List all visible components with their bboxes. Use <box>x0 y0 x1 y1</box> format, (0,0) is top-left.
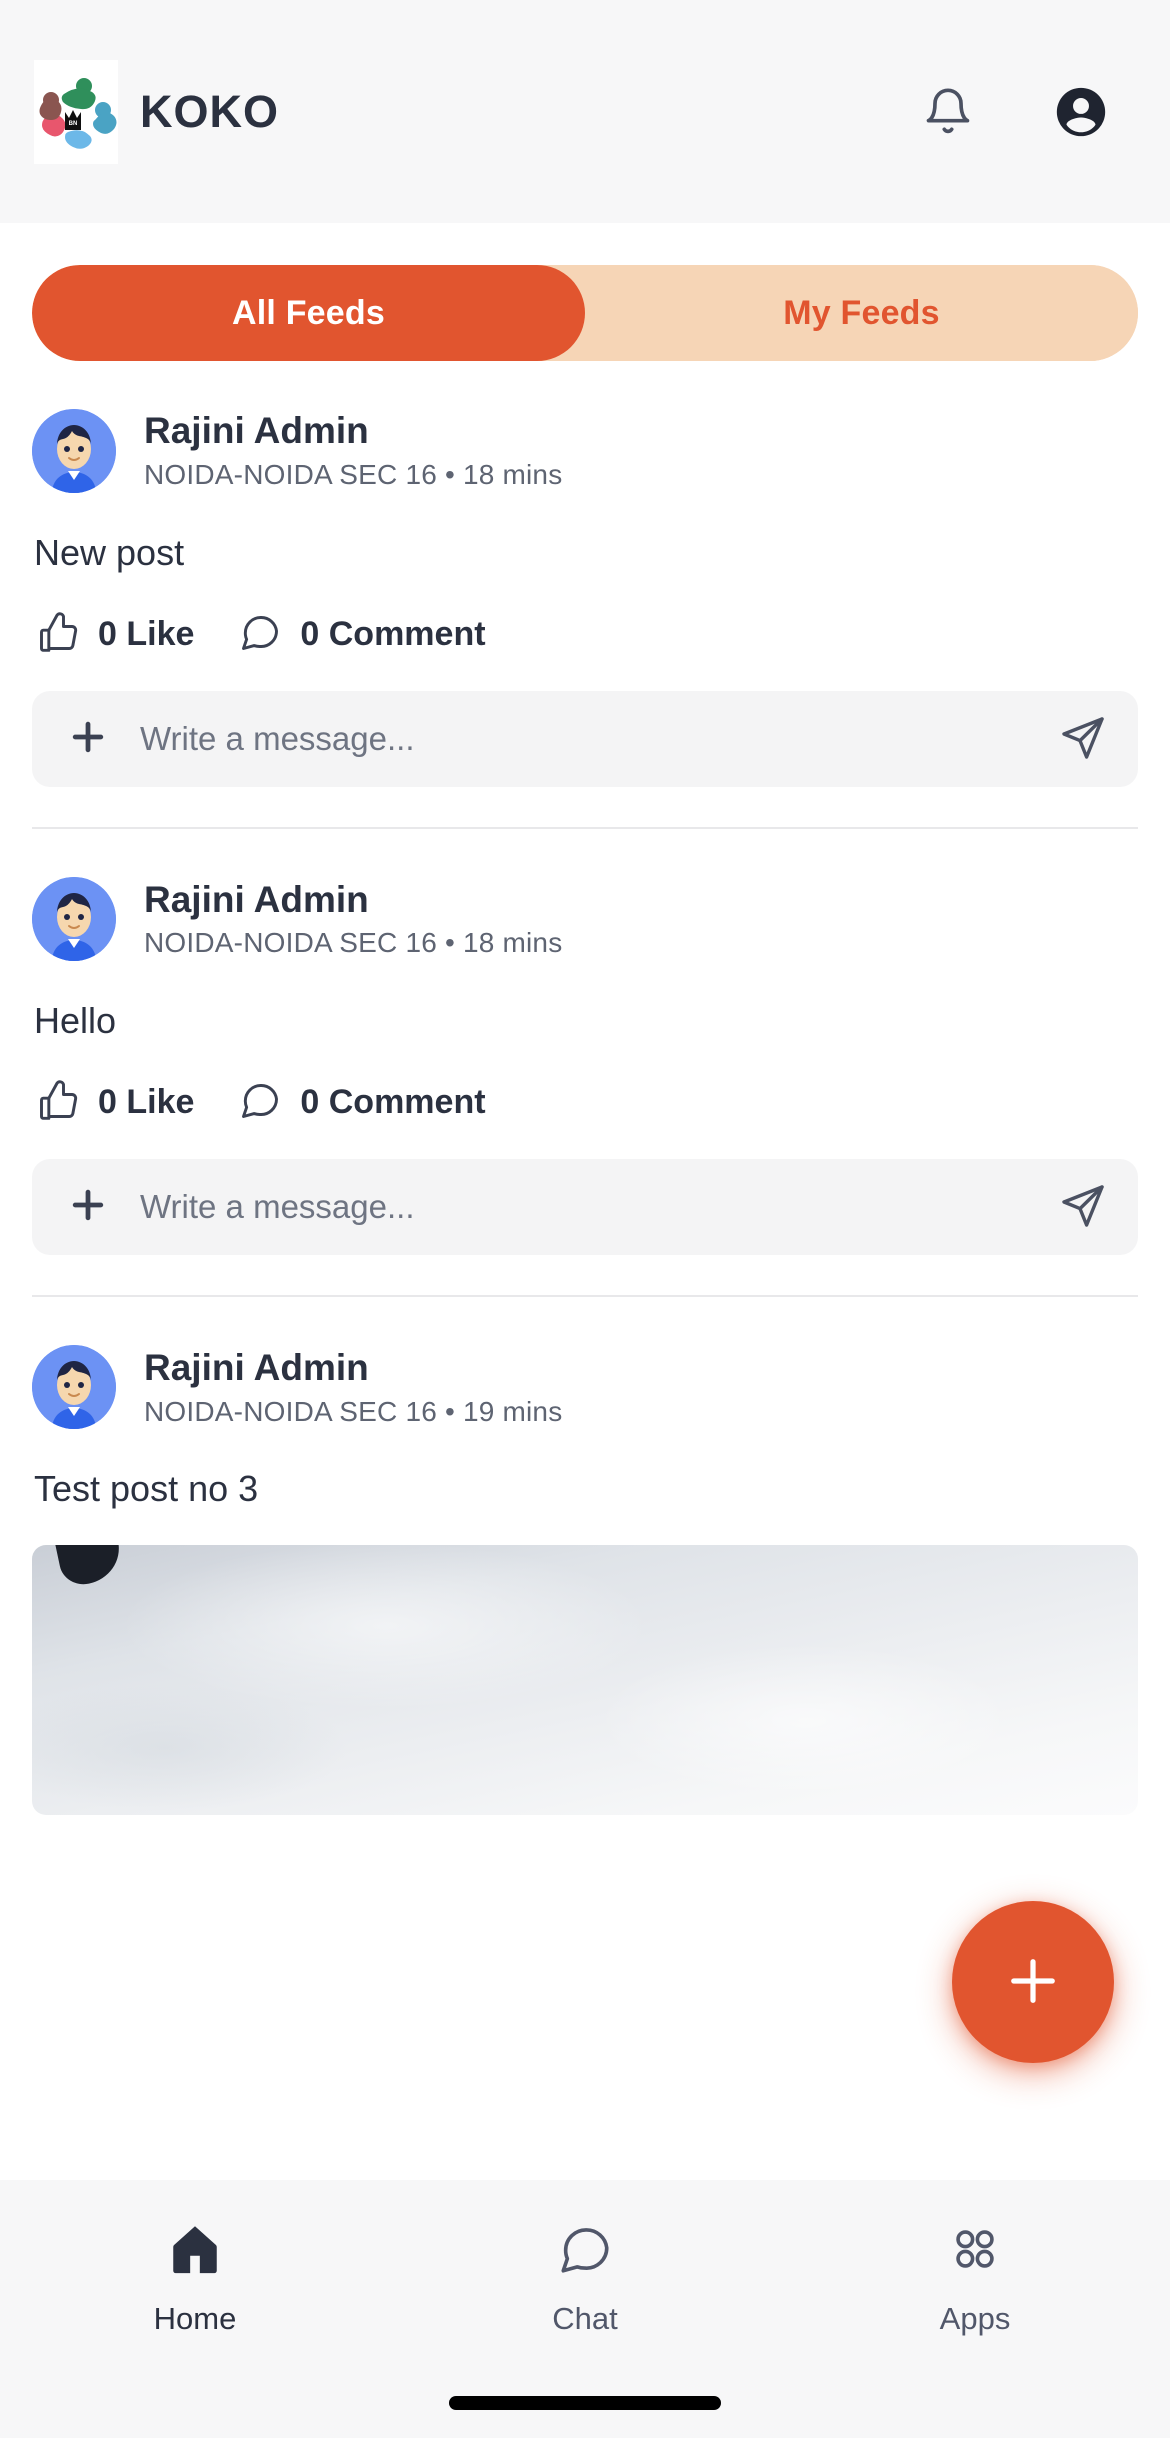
post-location-time: NOIDA-NOIDA SEC 16 • 18 mins <box>144 927 563 959</box>
post-text: Hello <box>34 1000 117 1042</box>
feed-tabs-container: All Feeds My Feeds <box>0 223 1170 361</box>
post-header: Rajini Admin NOIDA-NOIDA SEC 16 • 18 min… <box>32 409 1138 493</box>
app-header: BN KOKO <box>0 0 1170 223</box>
post-actions: 0 Like 0 Comment <box>32 574 1138 659</box>
home-indicator <box>449 2396 721 2410</box>
comment-count-label: 0 Comment <box>300 1083 486 1122</box>
send-icon[interactable] <box>1060 713 1108 766</box>
post-author: Rajini Admin <box>144 878 369 920</box>
post-text: New post <box>34 532 185 573</box>
chat-bubble-icon <box>556 2220 614 2283</box>
bell-icon[interactable] <box>922 83 974 141</box>
thumbs-up-icon <box>36 610 80 659</box>
like-button[interactable]: 0 Like <box>36 1078 194 1127</box>
post-header: Rajini Admin NOIDA-NOIDA SEC 16 • 19 min… <box>32 1345 1138 1430</box>
nav-item-home-label: Home <box>153 2301 237 2336</box>
message-input[interactable] <box>140 720 1030 759</box>
home-icon <box>166 2220 224 2283</box>
post-text: Test post no 3 <box>34 1468 259 1510</box>
post-location-time: NOIDA-NOIDA SEC 16 • 18 mins <box>144 459 563 491</box>
chat-bubble-icon <box>238 1078 282 1127</box>
like-count-label: 0 Like <box>98 615 195 654</box>
feed-post: Rajini Admin NOIDA-NOIDA SEC 16 • 18 min… <box>0 361 1170 788</box>
nav-item-apps[interactable]: Apps <box>780 2220 1170 2337</box>
feed-post: Rajini Admin NOIDA-NOIDA SEC 16 • 19 min… <box>0 1297 1170 1815</box>
nav-item-chat[interactable]: Chat <box>390 2220 780 2337</box>
feed-tabs: All Feeds My Feeds <box>32 265 1138 361</box>
post-meta: Rajini Admin NOIDA-NOIDA SEC 16 • 18 min… <box>144 878 563 959</box>
plus-icon[interactable] <box>66 715 110 764</box>
send-icon[interactable] <box>1060 1181 1108 1234</box>
comment-count-label: 0 Comment <box>300 615 486 654</box>
svg-text:BN: BN <box>69 121 78 127</box>
post-author: Rajini Admin <box>144 410 369 452</box>
tab-my-feeds-label: My Feeds <box>783 293 940 332</box>
account-circle-icon[interactable] <box>1052 83 1110 141</box>
like-button[interactable]: 0 Like <box>36 610 194 659</box>
plus-icon[interactable] <box>66 1183 110 1232</box>
nav-item-apps-label: Apps <box>939 2301 1011 2336</box>
post-actions: 0 Like 0 Comment <box>32 1042 1138 1127</box>
koko-circle-of-people-logo-icon: BN <box>34 59 118 164</box>
tab-my-feeds[interactable]: My Feeds <box>585 265 1138 361</box>
nav-item-chat-label: Chat <box>552 2301 618 2336</box>
create-post-fab[interactable] <box>952 1901 1114 2063</box>
comment-button[interactable]: 0 Comment <box>238 610 486 659</box>
post-location-time: NOIDA-NOIDA SEC 16 • 19 mins <box>144 1395 563 1427</box>
feed-post: Rajini Admin NOIDA-NOIDA SEC 16 • 18 min… <box>0 829 1170 1256</box>
apps-grid-icon <box>946 2220 1004 2283</box>
thumbs-up-icon <box>36 1078 80 1127</box>
plus-icon <box>1000 1948 1066 2017</box>
brand: BN KOKO <box>34 59 279 164</box>
chat-bubble-icon <box>238 610 282 659</box>
post-meta: Rajini Admin NOIDA-NOIDA SEC 16 • 19 min… <box>144 1346 563 1427</box>
nav-item-home[interactable]: Home <box>0 2220 390 2337</box>
post-header: Rajini Admin NOIDA-NOIDA SEC 16 • 18 min… <box>32 877 1138 962</box>
comment-composer[interactable] <box>32 691 1138 788</box>
post-image[interactable] <box>32 1544 1138 1815</box>
bottom-navigation: Home Chat Apps <box>0 2180 1170 2438</box>
avatar[interactable] <box>32 409 116 493</box>
avatar[interactable] <box>32 1345 116 1430</box>
message-input[interactable] <box>140 1188 1030 1227</box>
header-actions <box>922 83 1132 141</box>
comment-button[interactable]: 0 Comment <box>238 1078 486 1127</box>
like-count-label: 0 Like <box>98 1083 195 1122</box>
app-title: KOKO <box>140 85 279 137</box>
tab-all-feeds-label: All Feeds <box>232 293 385 332</box>
tab-all-feeds[interactable]: All Feeds <box>32 265 585 361</box>
feed-list: Rajini Admin NOIDA-NOIDA SEC 16 • 18 min… <box>0 361 1170 1815</box>
comment-composer[interactable] <box>32 1159 1138 1256</box>
post-author: Rajini Admin <box>144 1346 369 1388</box>
post-meta: Rajini Admin NOIDA-NOIDA SEC 16 • 18 min… <box>144 410 563 491</box>
avatar[interactable] <box>32 877 116 962</box>
